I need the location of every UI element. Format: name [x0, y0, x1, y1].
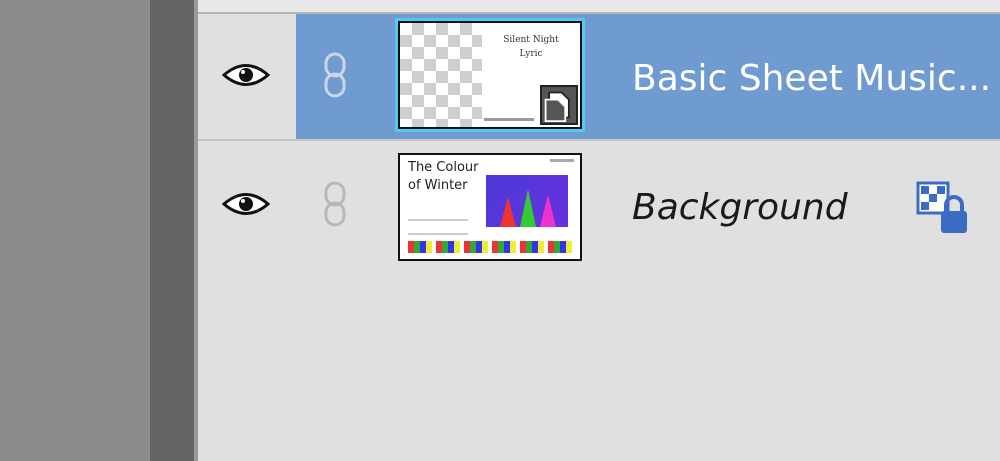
tree-shape: [500, 197, 516, 227]
workspace-left: [0, 0, 150, 461]
link-icon[interactable]: [322, 181, 348, 227]
thumbnail-strip: [484, 118, 534, 121]
layer-thumbnail[interactable]: Silent Night Lyric: [395, 18, 585, 132]
transparency-checker: [400, 23, 482, 127]
smart-object-badge-icon: [540, 85, 578, 125]
thumbnail-small-text: [550, 159, 574, 162]
panel-divider: [150, 0, 194, 461]
thumbnail-footer: [408, 241, 574, 253]
layers-panel-top-strip: [198, 0, 1000, 14]
layer-row-background[interactable]: The Colour of Winter Background: [198, 141, 1000, 271]
thumbnail-lines: [408, 219, 468, 235]
layer-name[interactable]: Background: [632, 187, 848, 228]
thumbnail-text: Silent Night Lyric: [503, 35, 559, 59]
tree-shape: [540, 195, 556, 227]
eye-icon[interactable]: [222, 60, 270, 90]
layer-row-basic-sheet-music[interactable]: Silent Night Lyric Basic Sheet Music...: [198, 14, 1000, 141]
layer-thumbnail[interactable]: The Colour of Winter: [398, 153, 582, 261]
thumbnail-image: [486, 175, 568, 227]
link-icon[interactable]: [322, 52, 348, 98]
eye-icon[interactable]: [222, 189, 270, 219]
layer-name[interactable]: Basic Sheet Music...: [632, 58, 991, 99]
layers-panel: Silent Night Lyric Basic Sheet Music...: [198, 0, 1000, 461]
lock-icon[interactable]: [916, 181, 972, 237]
thumbnail-title: The Colour of Winter: [408, 160, 479, 193]
tree-shape: [520, 189, 536, 227]
